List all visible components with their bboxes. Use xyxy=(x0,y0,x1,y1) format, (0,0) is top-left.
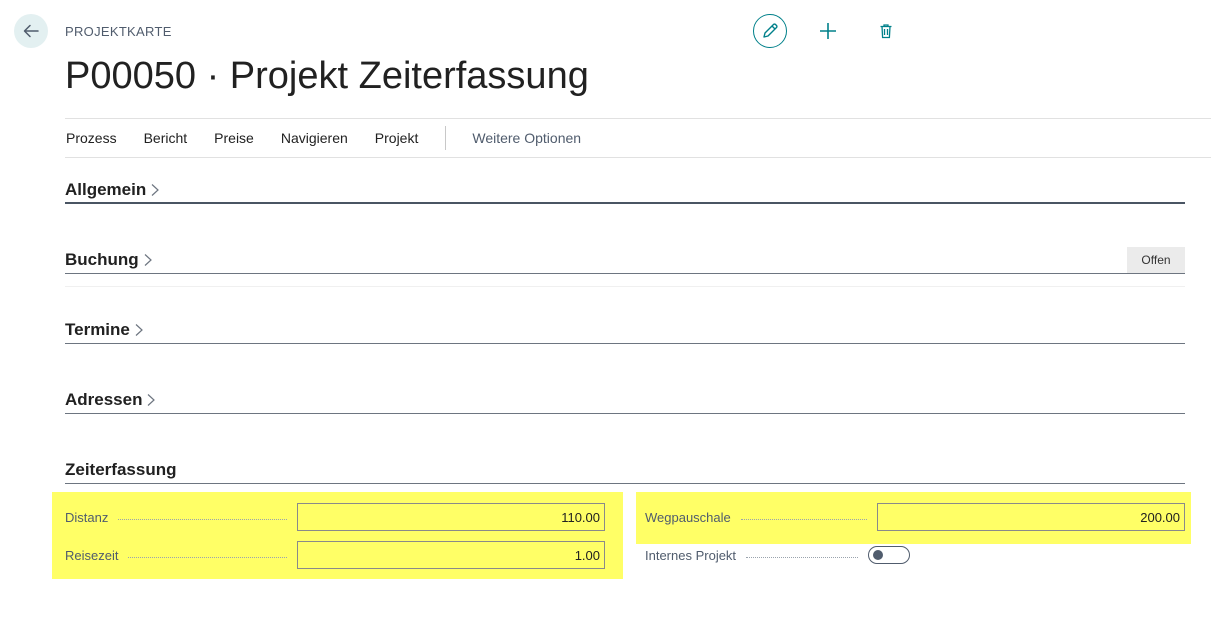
status-badge: Offen xyxy=(1127,247,1185,273)
chevron-right-icon xyxy=(134,323,144,337)
top-actions xyxy=(753,14,903,48)
section-subdivider xyxy=(65,286,1185,287)
field-reisezeit: Reisezeit 1.00 xyxy=(65,540,605,570)
field-leader xyxy=(740,518,867,520)
action-bericht[interactable]: Bericht xyxy=(144,130,188,146)
action-divider xyxy=(445,126,447,150)
section-adressen-header[interactable]: Adressen xyxy=(65,390,156,410)
internes-projekt-label: Internes Projekt xyxy=(645,547,737,563)
distanz-input[interactable]: 110.00 xyxy=(297,503,605,531)
section-allgemein-title: Allgemein xyxy=(65,180,147,199)
chevron-right-icon xyxy=(143,253,153,267)
chevron-right-icon xyxy=(150,183,160,197)
toggle-knob xyxy=(873,550,884,560)
section-adressen: Adressen xyxy=(65,384,1185,414)
section-divider xyxy=(65,343,1185,344)
section-allgemein-header[interactable]: Allgemein xyxy=(65,180,160,200)
action-preise[interactable]: Preise xyxy=(214,130,254,146)
wegpauschale-label: Wegpauschale xyxy=(645,509,731,525)
section-zeiterfassung: Zeiterfassung xyxy=(65,454,1185,484)
distanz-label: Distanz xyxy=(65,509,109,525)
back-button[interactable] xyxy=(14,14,48,48)
reisezeit-input[interactable]: 1.00 xyxy=(297,541,605,569)
field-distanz: Distanz 110.00 xyxy=(65,502,605,532)
section-termine-title: Termine xyxy=(65,320,130,339)
pencil-icon xyxy=(761,22,779,40)
field-leader xyxy=(746,556,859,558)
section-divider xyxy=(65,202,1185,204)
page-title: P00050 · Projekt Zeiterfassung xyxy=(65,55,589,97)
section-zeiterfassung-header[interactable]: Zeiterfassung xyxy=(65,460,176,480)
arrow-left-icon xyxy=(22,22,40,40)
section-divider xyxy=(65,273,1185,274)
field-wegpauschale: Wegpauschale 200.00 xyxy=(645,502,1185,532)
action-more-options[interactable]: Weitere Optionen xyxy=(472,130,581,146)
reisezeit-label: Reisezeit xyxy=(65,547,119,563)
section-adressen-title: Adressen xyxy=(65,390,143,409)
action-navigieren[interactable]: Navigieren xyxy=(281,130,348,146)
section-buchung-header[interactable]: Buchung xyxy=(65,250,153,270)
action-bar: Prozess Bericht Preise Navigieren Projek… xyxy=(65,118,1211,158)
edit-button[interactable] xyxy=(753,14,787,48)
section-termine-header[interactable]: Termine xyxy=(65,320,144,340)
section-divider xyxy=(65,413,1185,414)
plus-icon xyxy=(819,22,837,40)
field-leader xyxy=(128,556,287,558)
trash-icon xyxy=(878,23,894,39)
chevron-right-icon xyxy=(146,393,156,407)
action-projekt[interactable]: Projekt xyxy=(375,130,419,146)
section-buchung-title: Buchung xyxy=(65,250,139,269)
section-buchung: Buchung Offen xyxy=(65,244,1185,274)
field-internes-projekt: Internes Projekt xyxy=(645,540,1185,570)
section-divider xyxy=(65,483,1185,484)
section-termine: Termine xyxy=(65,314,1185,344)
section-zeiterfassung-title: Zeiterfassung xyxy=(65,460,177,479)
field-leader xyxy=(118,518,287,520)
internes-projekt-toggle[interactable] xyxy=(868,546,911,564)
action-prozess[interactable]: Prozess xyxy=(66,130,117,146)
delete-button[interactable] xyxy=(869,14,903,48)
page-caption: PROJEKTKARTE xyxy=(65,24,172,39)
wegpauschale-input[interactable]: 200.00 xyxy=(877,503,1185,531)
section-allgemein: Allgemein xyxy=(65,174,1185,204)
new-button[interactable] xyxy=(811,14,845,48)
